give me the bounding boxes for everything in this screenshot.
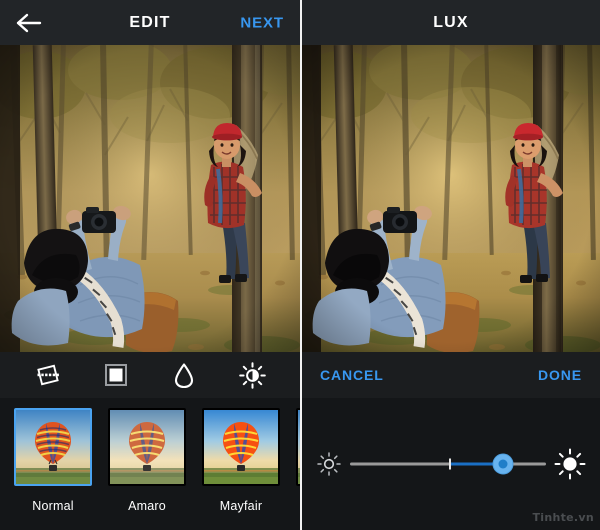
water-drop-icon — [174, 362, 194, 388]
filter-thumbnail[interactable] — [108, 408, 186, 486]
filter-item-normal[interactable]: Normal — [14, 408, 92, 513]
lux-slider[interactable] — [350, 451, 546, 477]
app-screen: EDIT NEXT Normal Amaro Mayfair LUX CANCE… — [0, 0, 600, 530]
rotate-straighten-icon — [37, 364, 59, 386]
filter-label: Mayfair — [219, 499, 263, 513]
filter-thumbnail[interactable] — [202, 408, 280, 486]
sun-dim-icon — [317, 452, 341, 476]
lux-header: LUX — [302, 0, 600, 45]
adjust-tool-button[interactable] — [26, 358, 70, 392]
sun-dim-icon-wrap — [316, 451, 342, 477]
filter-label: Normal — [32, 499, 74, 513]
filter-thumbnail[interactable] — [14, 408, 92, 486]
cancel-button[interactable]: CANCEL — [320, 367, 384, 383]
edit-header: EDIT NEXT — [0, 0, 300, 45]
slider-center-tick — [448, 458, 451, 470]
tiltshift-tool-button[interactable] — [162, 358, 206, 392]
back-arrow-icon[interactable] — [16, 12, 42, 34]
edit-toolbar — [0, 352, 300, 398]
edit-panel: EDIT NEXT Normal Amaro Mayfair — [0, 0, 300, 530]
done-button[interactable]: DONE — [538, 367, 582, 383]
filter-strip[interactable]: Normal Amaro Mayfair — [0, 398, 300, 530]
filter-label: Amaro — [128, 499, 166, 513]
sun-half-icon — [238, 361, 266, 389]
page-title: EDIT — [129, 13, 171, 31]
slider-thumb[interactable] — [492, 453, 514, 475]
lux-tool-button[interactable] — [230, 358, 274, 392]
sun-bright-icon-wrap — [554, 448, 586, 480]
photo-preview-left[interactable] — [0, 45, 300, 352]
photo-preview-right[interactable] — [302, 45, 600, 352]
page-title: LUX — [433, 13, 469, 31]
filter-item-mayfair[interactable]: Mayfair — [202, 408, 280, 513]
watermark: Tinhte.vn — [532, 511, 594, 524]
lux-action-bar: CANCEL DONE — [302, 352, 600, 398]
filter-item-amaro[interactable]: Amaro — [108, 408, 186, 513]
sun-bright-icon — [554, 448, 586, 480]
frame-square-icon — [105, 364, 127, 386]
border-tool-button[interactable] — [94, 358, 138, 392]
lux-panel: LUX CANCEL DONE Tinhte.vn — [300, 0, 600, 530]
next-button[interactable]: NEXT — [240, 14, 284, 31]
